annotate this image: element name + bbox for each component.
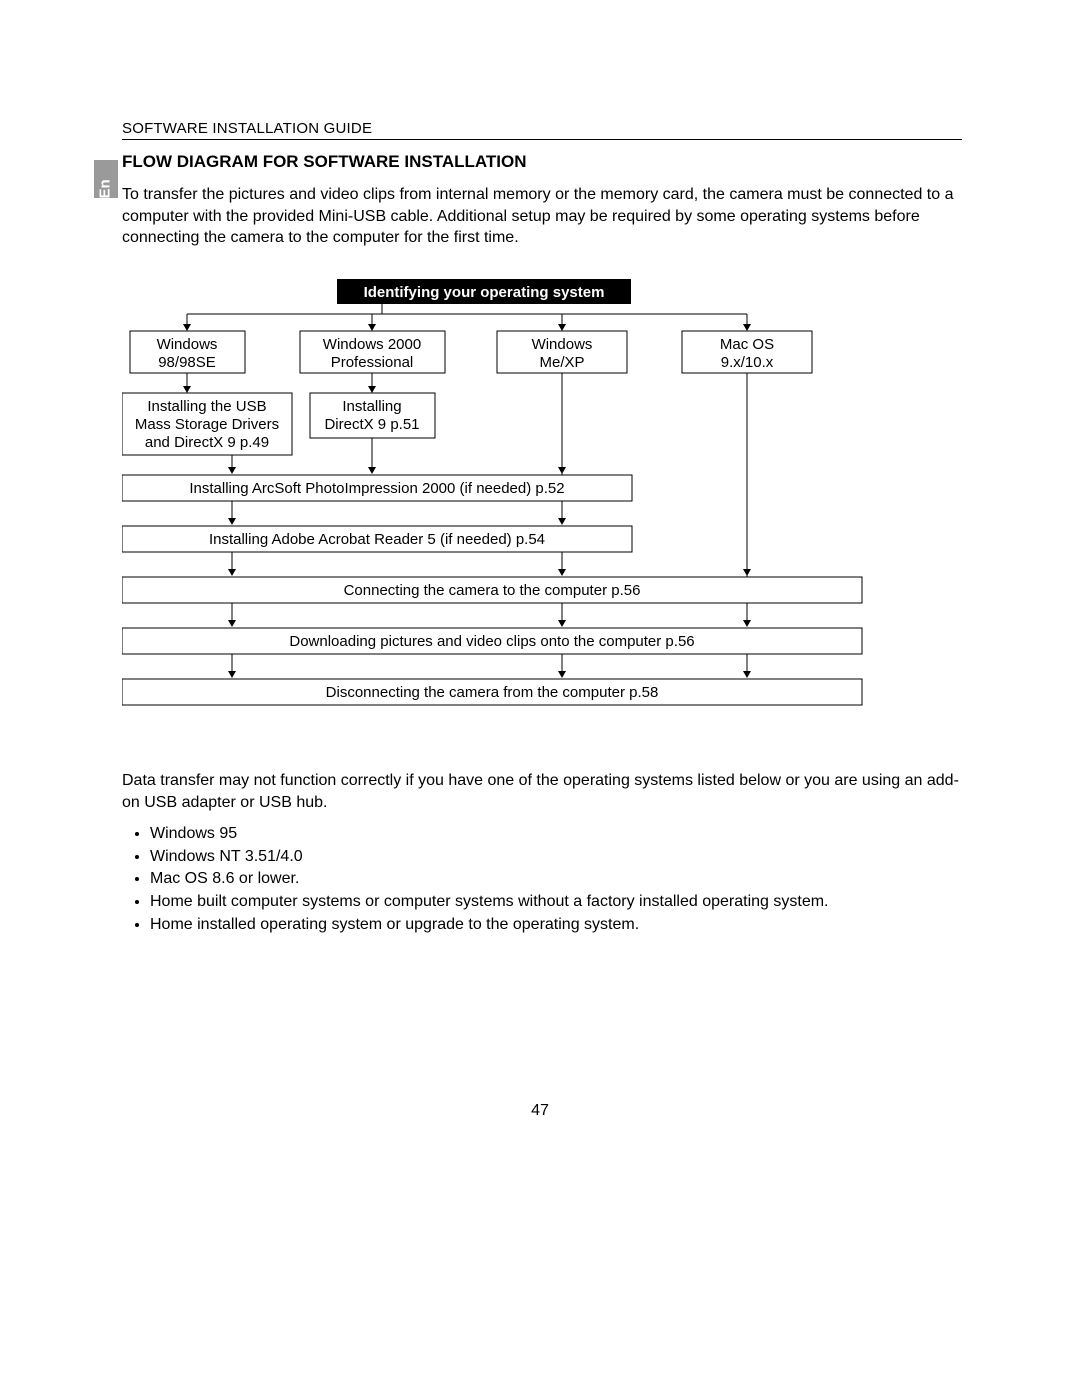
language-tab-text: En [97, 175, 114, 199]
arrow [368, 373, 376, 393]
list-item: Windows NT 3.51/4.0 [150, 846, 960, 868]
after-paragraph: Data transfer may not function correctly… [122, 770, 960, 813]
svg-text:Me/XP: Me/XP [539, 354, 584, 371]
svg-text:Installing the USB: Installing the USB [147, 398, 266, 415]
after-diagram-section: Data transfer may not function correctly… [122, 770, 960, 936]
diagram-header-text: Identifying your operating system [364, 284, 605, 301]
section-title: FLOW DIAGRAM FOR SOFTWARE INSTALLATION [122, 152, 962, 172]
arrow [228, 501, 236, 525]
intro-paragraph: To transfer the pictures and video clips… [122, 184, 962, 249]
svg-text:Mass Storage Drivers: Mass Storage Drivers [135, 416, 279, 433]
svg-text:9.x/10.x: 9.x/10.x [721, 354, 774, 371]
arrow [183, 314, 191, 331]
page-number: 47 [0, 1102, 1080, 1120]
list-item: Home installed operating system or upgra… [150, 914, 960, 936]
arrow [228, 603, 236, 627]
svg-text:and DirectX 9 p.49: and DirectX 9 p.49 [145, 434, 269, 451]
svg-text:Windows 2000: Windows 2000 [323, 336, 421, 353]
svg-text:Windows: Windows [532, 336, 593, 353]
list-item: Windows 95 [150, 823, 960, 845]
svg-text:Installing ArcSoft PhotoImpres: Installing ArcSoft PhotoImpression 2000 … [189, 480, 564, 497]
flow-diagram: Identifying your operating system Window… [122, 279, 962, 739]
svg-text:Mac OS: Mac OS [720, 336, 774, 353]
svg-text:Windows: Windows [157, 336, 218, 353]
list-item: Mac OS 8.6 or lower. [150, 868, 960, 890]
list-item: Home built computer systems or computer … [150, 891, 960, 913]
arrow [558, 552, 566, 576]
arrow [558, 467, 566, 474]
arrow [558, 314, 566, 331]
arrow [743, 654, 751, 678]
svg-text:Installing Adobe Acrobat Reade: Installing Adobe Acrobat Reader 5 (if ne… [209, 531, 545, 548]
arrow [228, 654, 236, 678]
arrow [558, 654, 566, 678]
svg-text:Professional: Professional [331, 354, 414, 371]
arrow [183, 373, 191, 393]
arrow [743, 314, 751, 331]
page-content: SOFTWARE INSTALLATION GUIDE FLOW DIAGRAM… [122, 120, 962, 739]
arrow [743, 603, 751, 627]
running-header: SOFTWARE INSTALLATION GUIDE [122, 120, 962, 140]
arrow [558, 501, 566, 525]
svg-text:Connecting the camera to the c: Connecting the camera to the computer p.… [344, 582, 641, 599]
svg-text:Disconnecting the camera from: Disconnecting the camera from the comput… [326, 684, 659, 701]
svg-text:Installing: Installing [342, 398, 401, 415]
svg-text:DirectX 9 p.51: DirectX 9 p.51 [324, 416, 419, 433]
arrow [228, 455, 236, 474]
arrow [368, 438, 376, 474]
arrow [228, 552, 236, 576]
svg-text:98/98SE: 98/98SE [158, 354, 216, 371]
language-tab: En [94, 160, 118, 198]
svg-text:Downloading pictures and video: Downloading pictures and video clips ont… [289, 633, 694, 650]
arrow [743, 569, 751, 576]
arrow [558, 603, 566, 627]
unsupported-list: Windows 95 Windows NT 3.51/4.0 Mac OS 8.… [150, 823, 960, 935]
arrow [368, 314, 376, 331]
